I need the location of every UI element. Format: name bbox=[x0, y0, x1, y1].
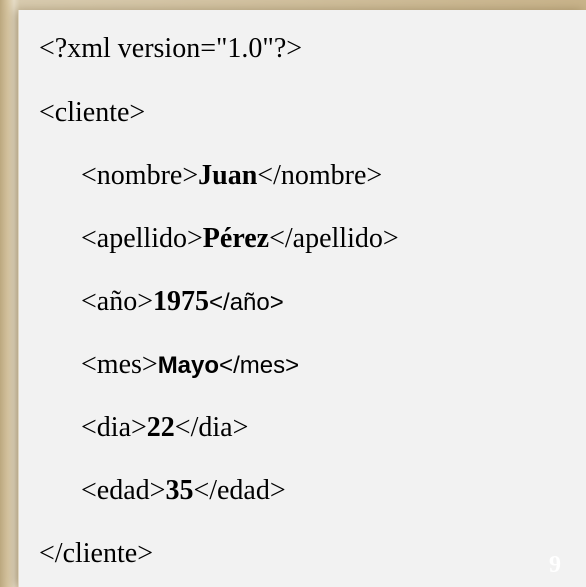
dia-close-tag: </dia> bbox=[174, 412, 249, 443]
slide-card: <?xml version="1.0"?> <cliente> <nombre>… bbox=[18, 10, 586, 587]
edad-line: <edad>35</edad> bbox=[81, 475, 286, 507]
edad-value: 35 bbox=[165, 475, 194, 506]
xml-declaration: <?xml version="1.0"?> bbox=[39, 33, 303, 64]
anio-line: <año>1975</año> bbox=[81, 286, 284, 319]
edad-close-tag: </edad> bbox=[193, 475, 286, 506]
mes-value: Mayo bbox=[157, 352, 220, 379]
nombre-open-tag: <nombre> bbox=[81, 160, 199, 191]
mes-close-tag: </mes> bbox=[219, 352, 300, 379]
dia-open-tag: <dia> bbox=[81, 412, 147, 443]
anio-open-tag: <año> bbox=[81, 286, 154, 317]
nombre-close-tag: </nombre> bbox=[257, 160, 383, 191]
apellido-close-tag: </apellido> bbox=[269, 223, 399, 254]
cliente-close-tag: </cliente> bbox=[39, 538, 153, 569]
mes-open-tag: <mes> bbox=[81, 349, 158, 380]
edad-open-tag: <edad> bbox=[81, 475, 166, 506]
apellido-line: <apellido>Pérez</apellido> bbox=[81, 223, 399, 255]
dia-value: 22 bbox=[146, 412, 175, 443]
anio-close-tag: </año> bbox=[209, 289, 284, 316]
apellido-open-tag: <apellido> bbox=[81, 223, 203, 254]
page-number: 9 bbox=[549, 552, 561, 578]
mes-line: <mes>Mayo</mes> bbox=[81, 349, 299, 382]
anio-value: 1975 bbox=[153, 286, 210, 317]
dia-line: <dia>22</dia> bbox=[81, 412, 248, 444]
cliente-open-tag: <cliente> bbox=[39, 97, 146, 128]
nombre-value: Juan bbox=[198, 160, 258, 191]
nombre-line: <nombre>Juan</nombre> bbox=[81, 160, 382, 192]
apellido-value: Pérez bbox=[202, 223, 270, 254]
